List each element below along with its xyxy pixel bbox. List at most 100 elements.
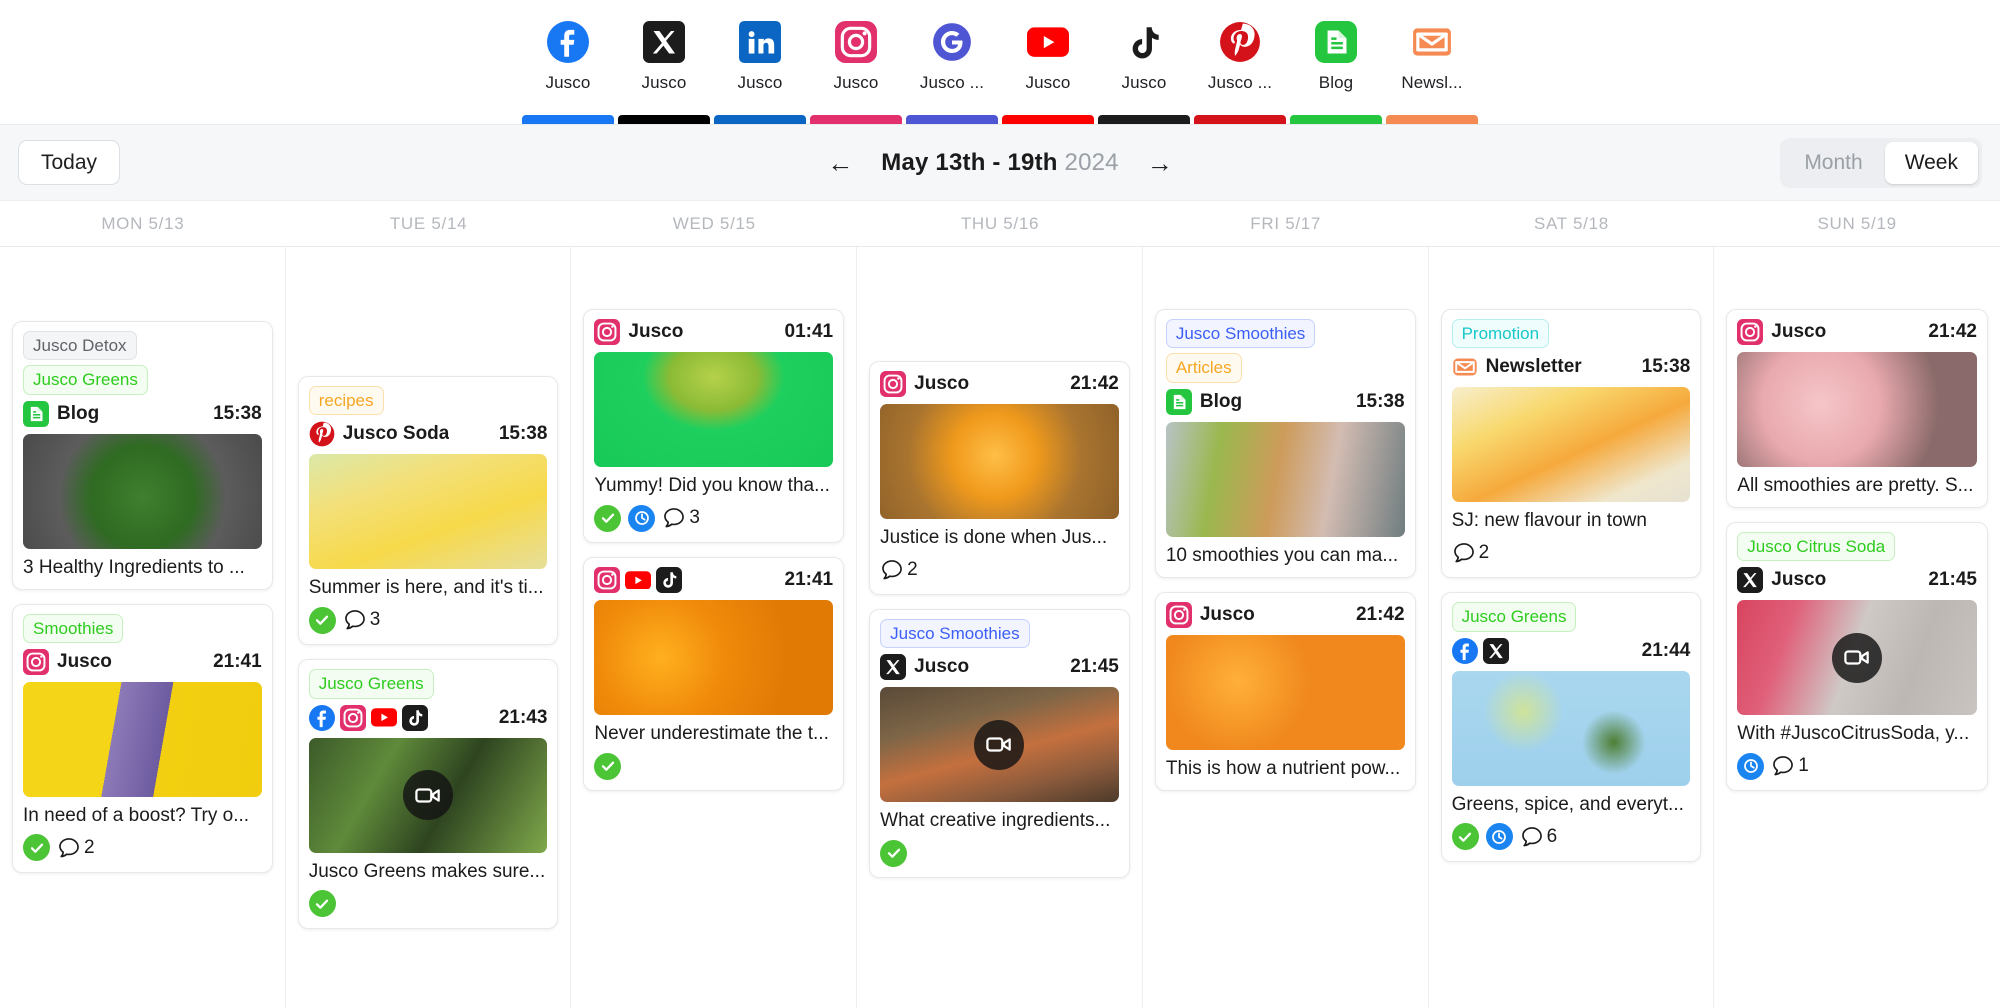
post-thumbnail[interactable] <box>1165 634 1405 750</box>
channel-tab-3[interactable]: Jusco <box>808 0 904 124</box>
status-approved-icon[interactable] <box>594 752 622 780</box>
post-thumbnail[interactable] <box>1451 670 1691 786</box>
post-thumbnail[interactable] <box>1737 600 1977 716</box>
status-approved-icon[interactable] <box>879 838 909 868</box>
channel-tab-1[interactable]: Jusco <box>616 0 712 124</box>
day-column-1[interactable]: recipes Jusco Soda 15:38 Summer is here, an… <box>286 247 572 1008</box>
post-tag[interactable]: Jusco Greens <box>23 365 148 395</box>
post-card[interactable]: Jusco Citrus Soda Jusco 21:45 With #JuscoCi… <box>1726 522 1988 792</box>
status-approved-icon[interactable] <box>594 504 622 532</box>
next-week-button[interactable]: → <box>1141 146 1179 180</box>
post-card[interactable]: Jusco 21:42 This is how a nutrient pow... <box>1154 591 1416 791</box>
post-card[interactable]: Jusco 21:42 All smoothies are pretty. S... <box>1726 309 1988 508</box>
comment-count-value: 2 <box>907 559 918 580</box>
post-card[interactable]: Smoothies Jusco 21:41 In need of a boost? T… <box>12 603 273 873</box>
post-card[interactable]: Jusco Smoothies Jusco 21:45 What creative i… <box>869 609 1130 879</box>
post-tag[interactable]: Jusco Greens <box>1451 602 1577 632</box>
channel-tab-label: Jusco <box>641 73 687 92</box>
post-card[interactable]: Jusco 01:41 Yummy! Did you know tha... 3 <box>583 309 845 543</box>
comment-count[interactable]: 6 <box>1520 825 1557 849</box>
view-toggle-week[interactable]: Week <box>1884 141 1978 184</box>
channel-tab-icon <box>1219 21 1261 63</box>
post-thumbnail[interactable] <box>594 352 834 467</box>
facebook-icon <box>1451 637 1478 664</box>
channel-tab-4[interactable]: Jusco ... <box>904 0 1000 124</box>
tiktok-icon <box>1123 21 1165 63</box>
comment-count[interactable]: 1 <box>1771 754 1809 778</box>
status-scheduled-icon[interactable] <box>628 504 656 532</box>
comment-count[interactable]: 2 <box>57 836 95 860</box>
previous-week-button[interactable]: ← <box>821 146 859 180</box>
post-thumbnail[interactable] <box>880 404 1119 519</box>
post-time: 15:38 <box>1355 390 1405 412</box>
post-card[interactable]: Jusco Greens 21:43 Jusco Greens makes sure… <box>297 659 559 929</box>
channel-tab-9[interactable]: Newsl... <box>1384 0 1480 124</box>
post-tag[interactable]: Jusco Smoothies <box>1165 319 1316 349</box>
day-column-0[interactable]: Jusco Detox Jusco Greens Blog 15:38 3 Health… <box>0 247 286 1008</box>
post-tag[interactable]: recipes <box>308 386 384 416</box>
post-thumbnail[interactable] <box>308 454 548 570</box>
day-column-6[interactable]: Jusco 21:42 All smoothies are pretty. S...… <box>1714 247 2000 1008</box>
status-scheduled-icon[interactable] <box>1485 823 1513 850</box>
post-tag[interactable]: Jusco Greens <box>308 669 434 699</box>
day-column-3[interactable]: Jusco 21:42 Justice is done when Jus... 2 Ju… <box>857 247 1143 1008</box>
channel-tab-7[interactable]: Jusco ... <box>1192 0 1288 124</box>
post-tag[interactable]: Jusco Detox <box>23 331 137 361</box>
post-caption: All smoothies are pretty. S... <box>1737 475 1974 496</box>
comment-count[interactable]: 3 <box>343 608 380 632</box>
channel-tab-8[interactable]: Blog <box>1288 0 1384 124</box>
today-button[interactable]: Today <box>18 140 121 185</box>
post-tags: Jusco Detox Jusco Greens <box>23 331 262 395</box>
check-status-icon <box>879 838 909 868</box>
post-thumbnail[interactable] <box>1451 387 1691 503</box>
post-caption: Never underestimate the t... <box>594 723 829 744</box>
post-card-header: Jusco 21:41 <box>23 648 262 675</box>
post-card[interactable]: Jusco Detox Jusco Greens Blog 15:38 3 Health… <box>12 321 273 590</box>
day-column-4[interactable]: Jusco Smoothies Articles Blog 15:38 10 smoot… <box>1143 247 1429 1008</box>
post-tag[interactable]: Smoothies <box>23 613 124 643</box>
status-approved-icon[interactable] <box>1451 823 1479 850</box>
comment-bubble-icon <box>1520 825 1544 849</box>
status-approved-icon[interactable] <box>308 890 336 917</box>
post-channel-name: Jusco <box>57 650 112 672</box>
post-thumbnail[interactable] <box>1165 421 1405 537</box>
post-thumbnail[interactable] <box>308 737 548 853</box>
channel-tab-5[interactable]: Jusco <box>1000 0 1096 124</box>
post-time: 21:44 <box>1641 639 1691 661</box>
channel-tab-2[interactable]: Jusco <box>712 0 808 124</box>
comment-count-value: 2 <box>1478 542 1490 564</box>
day-column-2[interactable]: Jusco 01:41 Yummy! Did you know tha... 3 21:… <box>571 247 858 1008</box>
post-thumbnail[interactable] <box>880 687 1119 803</box>
channel-tab-6[interactable]: Jusco <box>1096 0 1192 124</box>
post-card-header: 21:41 <box>594 567 833 593</box>
blog-document-icon <box>23 400 49 427</box>
post-status-row: 6 <box>1451 823 1691 851</box>
post-tag[interactable]: Jusco Citrus Soda <box>1737 532 1896 562</box>
post-thumbnail[interactable] <box>23 433 262 549</box>
post-card[interactable]: Jusco 21:42 Justice is done when Jus... 2 <box>869 361 1130 595</box>
post-tag[interactable]: Promotion <box>1451 319 1550 349</box>
status-approved-icon[interactable] <box>23 834 50 862</box>
view-toggle-month[interactable]: Month <box>1784 142 1882 184</box>
post-card[interactable]: Jusco Smoothies Articles Blog 15:38 10 smoot… <box>1154 309 1416 578</box>
post-tags: Jusco Smoothies Articles <box>1165 319 1405 383</box>
channel-tab-label: Jusco <box>1025 73 1071 92</box>
post-tag[interactable]: Articles <box>1165 353 1242 383</box>
day-column-5[interactable]: Promotion Newsletter 15:38 SJ: new flavour … <box>1429 247 1715 1008</box>
post-card-header: 21:43 <box>308 704 548 731</box>
channel-tab-0[interactable]: Jusco <box>520 0 616 124</box>
status-scheduled-icon[interactable] <box>1737 752 1765 780</box>
post-card[interactable]: recipes Jusco Soda 15:38 Summer is here, an… <box>297 376 559 646</box>
post-card[interactable]: Jusco Greens 21:44 Greens, spice, and ever… <box>1440 592 1702 862</box>
post-thumbnail[interactable] <box>594 600 834 715</box>
comment-count[interactable]: 3 <box>662 506 700 530</box>
post-card[interactable]: Promotion Newsletter 15:38 SJ: new flavour … <box>1440 309 1702 579</box>
comment-count[interactable]: 2 <box>1452 541 1490 565</box>
post-time: 21:43 <box>498 706 548 728</box>
post-card[interactable]: 21:41 Never underestimate the t... <box>583 557 845 791</box>
post-thumbnail[interactable] <box>1737 352 1977 467</box>
comment-count[interactable]: 2 <box>880 558 918 582</box>
status-approved-icon[interactable] <box>308 606 336 634</box>
post-tag[interactable]: Jusco Smoothies <box>880 619 1030 649</box>
post-thumbnail[interactable] <box>23 681 262 797</box>
